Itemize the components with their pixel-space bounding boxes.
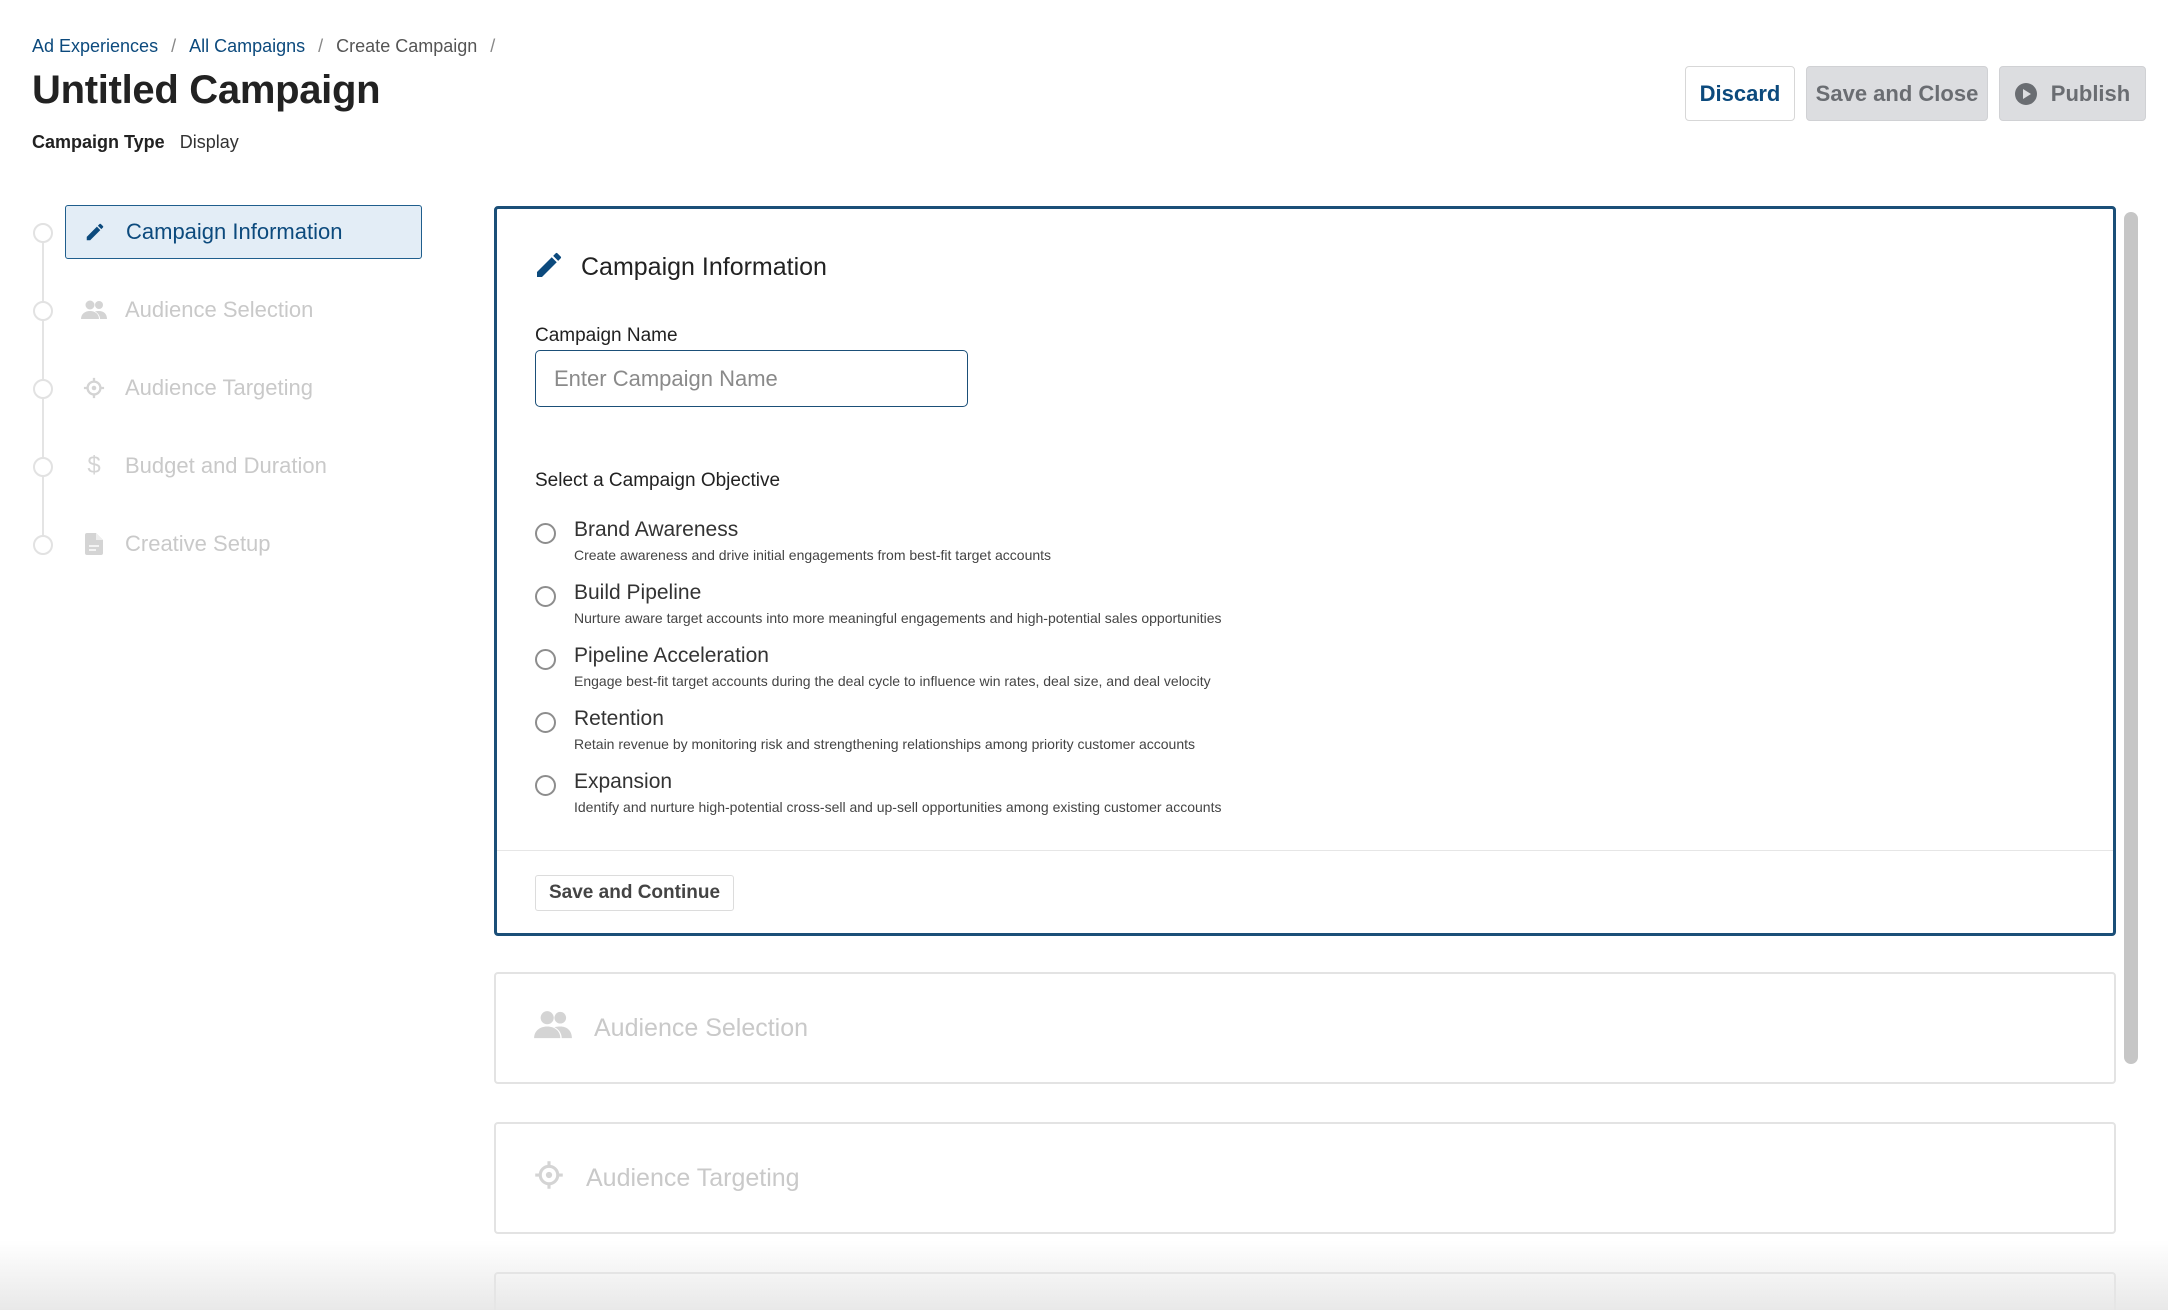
objective-description: Identify and nurture high-potential cros…: [574, 799, 1222, 815]
dollar-icon: $: [87, 452, 101, 479]
step-dot: [33, 379, 53, 399]
objective-option-expansion[interactable]: Expansion Identify and nurture high-pote…: [535, 767, 1735, 830]
objective-radio-group: Brand Awareness Create awareness and dri…: [535, 515, 1735, 830]
step-label: Budget and Duration: [125, 453, 327, 478]
radio-button[interactable]: [535, 775, 556, 796]
objective-title: Expansion: [574, 770, 673, 793]
step-dot: [33, 535, 53, 555]
card-header: Campaign Information: [533, 249, 827, 286]
play-circle-icon: [2014, 82, 2037, 105]
objective-option-pipeline-acceleration[interactable]: Pipeline Acceleration Engage best-fit ta…: [535, 641, 1735, 704]
step-label: Campaign Information: [126, 219, 343, 244]
step-label: Creative Setup: [125, 531, 271, 556]
card-title: Campaign Information: [581, 253, 827, 281]
radio-button[interactable]: [535, 649, 556, 670]
document-icon: [81, 531, 107, 557]
breadcrumb-separator: /: [490, 36, 496, 56]
card-footer-divider: [497, 850, 2113, 851]
audience-selection-card: Audience Selection: [494, 972, 2116, 1084]
people-icon: [81, 297, 107, 323]
step-dot: [33, 457, 53, 477]
scrollbar-thumb[interactable]: [2124, 212, 2138, 1064]
save-and-close-button[interactable]: Save and Close: [1806, 66, 1988, 121]
campaign-type-value: Display: [179, 132, 239, 152]
objective-description: Engage best-fit target accounts during t…: [574, 673, 1211, 689]
budget-card-partial: [494, 1272, 2116, 1310]
step-label: Audience Targeting: [125, 375, 313, 400]
people-icon: [534, 1009, 572, 1048]
objective-title: Brand Awareness: [574, 518, 739, 541]
discard-button[interactable]: Discard: [1685, 66, 1795, 121]
campaign-type: Campaign Type Display: [32, 132, 239, 153]
objective-option-retention[interactable]: Retention Retain revenue by monitoring r…: [535, 704, 1735, 767]
objective-label: Select a Campaign Objective: [535, 470, 781, 491]
breadcrumb: Ad Experiences / All Campaigns / Create …: [32, 36, 508, 57]
step-box: Audience Selection: [65, 283, 422, 337]
step-label: Audience Selection: [125, 297, 314, 322]
card-title: Audience Targeting: [586, 1163, 800, 1192]
radio-button[interactable]: [535, 712, 556, 733]
breadcrumb-create-campaign: Create Campaign: [336, 36, 478, 56]
step-box: $ Budget and Duration: [65, 439, 422, 493]
objective-description: Nurture aware target accounts into more …: [574, 610, 1222, 626]
scrollbar[interactable]: [2124, 208, 2140, 1068]
step-box: Audience Targeting: [65, 361, 422, 415]
save-and-continue-button[interactable]: Save and Continue: [535, 875, 735, 911]
campaign-information-card: Campaign Information Campaign Name Selec…: [494, 206, 2116, 936]
objective-title: Build Pipeline: [574, 581, 702, 604]
audience-targeting-card: Audience Targeting: [494, 1122, 2116, 1234]
objective-option-build-pipeline[interactable]: Build Pipeline Nurture aware target acco…: [535, 578, 1735, 641]
radio-button[interactable]: [535, 523, 556, 544]
step-dot: [33, 301, 53, 321]
objective-title: Pipeline Acceleration: [574, 644, 769, 667]
step-audience-selection: Audience Selection: [0, 283, 440, 337]
objective-description: Retain revenue by monitoring risk and st…: [574, 736, 1195, 752]
header-actions: Discard Save and Close Publish: [1685, 66, 2146, 121]
crosshair-icon: [81, 375, 107, 401]
objective-description: Create awareness and drive initial engag…: [574, 547, 1052, 563]
objective-title: Retention: [574, 707, 664, 730]
breadcrumb-all-campaigns[interactable]: All Campaigns: [189, 36, 305, 57]
step-audience-targeting: Audience Targeting: [0, 361, 440, 415]
step-box[interactable]: Campaign Information: [65, 205, 422, 259]
pencil-icon: [82, 219, 108, 245]
campaign-type-label: Campaign Type: [32, 132, 165, 152]
pencil-icon: [533, 249, 565, 286]
publish-button[interactable]: Publish: [1999, 66, 2146, 121]
campaign-builder-page: Ad Experiences / All Campaigns / Create …: [0, 0, 2168, 1310]
step-creative-setup: Creative Setup: [0, 517, 440, 571]
card-title: Audience Selection: [594, 1013, 809, 1042]
objective-option-brand-awareness[interactable]: Brand Awareness Create awareness and dri…: [535, 515, 1735, 578]
campaign-name-label: Campaign Name: [535, 325, 678, 346]
step-dot: [33, 223, 53, 243]
breadcrumb-separator: /: [171, 36, 177, 56]
breadcrumb-ad-experiences[interactable]: Ad Experiences: [32, 36, 158, 57]
step-box: Creative Setup: [65, 517, 422, 571]
page-title: Untitled Campaign: [32, 68, 381, 112]
step-budget-and-duration: $ Budget and Duration: [0, 439, 440, 493]
crosshair-icon: [534, 1160, 564, 1197]
breadcrumb-separator: /: [318, 36, 324, 56]
step-campaign-information[interactable]: Campaign Information: [0, 205, 440, 259]
campaign-name-input[interactable]: [535, 350, 968, 407]
radio-button[interactable]: [535, 586, 556, 607]
publish-label: Publish: [2050, 80, 2131, 106]
